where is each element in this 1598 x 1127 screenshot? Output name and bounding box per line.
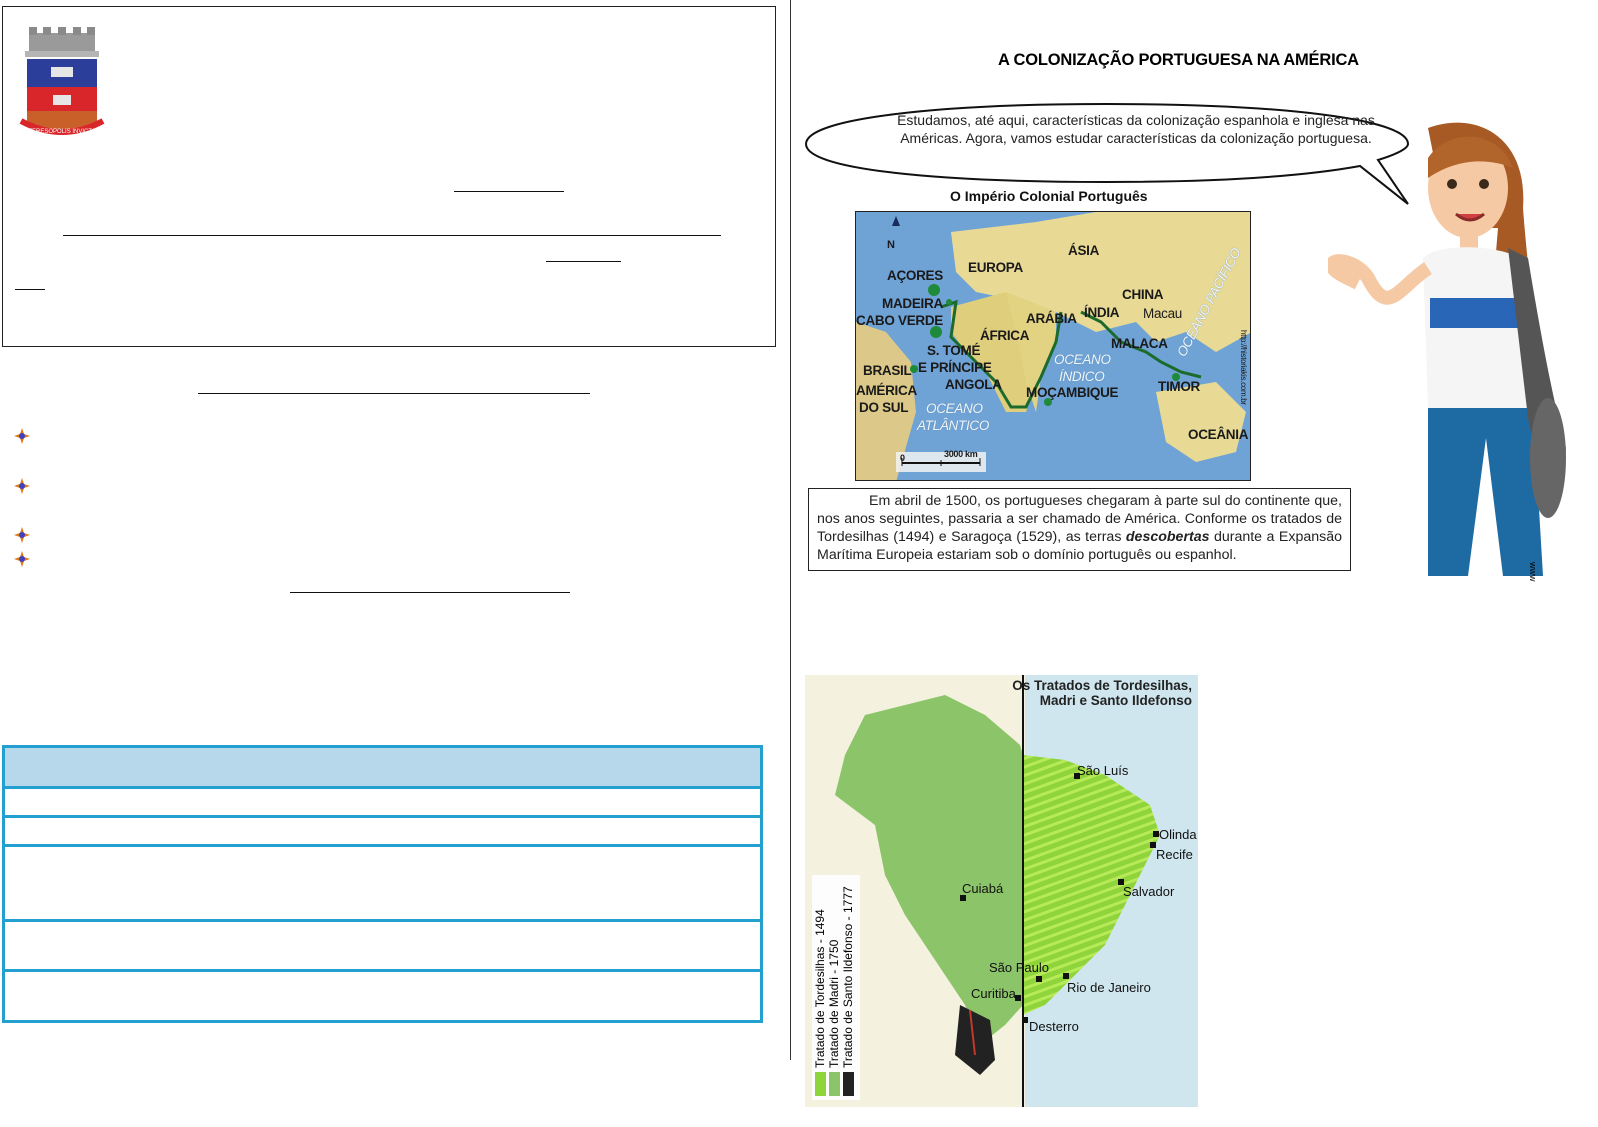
map-label: AMÉRICA bbox=[856, 383, 917, 398]
treaties-map-title: Os Tratados de Tordesilhas, Madri e Sant… bbox=[1012, 678, 1192, 708]
legend-swatch bbox=[828, 1072, 840, 1096]
map-label: ANGOLA bbox=[945, 377, 1002, 392]
city-label: São Paulo bbox=[989, 960, 1049, 975]
portuguese-empire-map: N 0 3000 km AÇORES EUROPA ÁSIA MADEIRA C… bbox=[855, 211, 1251, 481]
scale-zero: 0 bbox=[900, 453, 905, 463]
map-label: DO SUL bbox=[859, 400, 909, 415]
student-info-table bbox=[2, 745, 763, 1023]
legend-swatch bbox=[814, 1072, 826, 1096]
legend-item-madri: Tratado de Madri - 1750 bbox=[827, 940, 841, 1096]
city-label: Recife bbox=[1156, 847, 1193, 862]
treaties-map: Os Tratados de Tordesilhas, Madri e Sant… bbox=[805, 675, 1198, 1107]
school-header-box: TERESOPOLIS INVICTA bbox=[2, 6, 776, 347]
north-arrow-label: N bbox=[887, 239, 895, 251]
map-label: AÇORES bbox=[887, 268, 943, 283]
teacher-character-illustration bbox=[1328, 122, 1566, 576]
bullet-icon bbox=[14, 527, 30, 543]
intro-text-box: Em abril de 1500, os portugueses chegara… bbox=[808, 488, 1351, 571]
table-row[interactable] bbox=[2, 786, 763, 818]
map-label: EUROPA bbox=[968, 260, 1023, 275]
city-coat-of-arms: TERESOPOLIS INVICTA bbox=[19, 27, 105, 135]
bullet-icon bbox=[14, 551, 30, 567]
table-row[interactable] bbox=[2, 919, 763, 972]
map-label: S. TOMÉ bbox=[927, 343, 981, 358]
map-label: MALACA bbox=[1111, 336, 1168, 351]
city-label: Cuiabá bbox=[962, 881, 1004, 896]
map-label: MOÇAMBIQUE bbox=[1026, 385, 1119, 400]
map-label: BRASIL bbox=[863, 363, 912, 378]
map-label: ÍNDIA bbox=[1084, 305, 1120, 320]
map-label: E PRÍNCIPE bbox=[918, 360, 992, 375]
page-title: A COLONIZAÇÃO PORTUGUESA NA AMÉRICA bbox=[998, 51, 1359, 69]
table-row[interactable] bbox=[2, 815, 763, 847]
map-label: TIMOR bbox=[1158, 379, 1200, 394]
speech-bubble-text: Estudamos, até aqui, características da … bbox=[897, 112, 1375, 146]
bullet-icon bbox=[14, 428, 30, 444]
map-label: Macau bbox=[1143, 306, 1183, 321]
map-label: ATLÂNTICO bbox=[917, 418, 990, 433]
svg-text:TERESOPOLIS INVICTA: TERESOPOLIS INVICTA bbox=[28, 129, 95, 135]
map-label: OCEANO bbox=[926, 401, 983, 416]
world-map-title: O Império Colonial Português bbox=[950, 188, 1148, 204]
legend-item-tordesilhas: Tratado de Tordesilhas - 1494 bbox=[813, 909, 827, 1096]
map-label: OCEÂNIA bbox=[1188, 427, 1249, 442]
table-header-row bbox=[2, 745, 763, 789]
legend-swatch bbox=[842, 1072, 854, 1096]
scale-label: 3000 km bbox=[944, 449, 978, 459]
legend-item-ildefonso: Tratado de Santo Ildefonso - 1777 bbox=[841, 886, 855, 1096]
map-credit: http://historiakis.com.br bbox=[1239, 330, 1248, 405]
map-label: ÁFRICA bbox=[980, 328, 1030, 343]
title-blank-line bbox=[198, 393, 590, 394]
bullet-icon bbox=[14, 478, 30, 494]
city-label: Rio de Janeiro bbox=[1067, 980, 1151, 995]
city-label: Desterro bbox=[1029, 1019, 1079, 1034]
map-label: CHINA bbox=[1122, 287, 1164, 302]
city-label: Salvador bbox=[1123, 884, 1175, 899]
city-label: Olinda bbox=[1159, 827, 1197, 842]
table-row[interactable] bbox=[2, 844, 763, 922]
map-label: ÁSIA bbox=[1068, 243, 1100, 258]
table-row[interactable] bbox=[2, 969, 763, 1023]
map-label: CABO VERDE bbox=[856, 313, 944, 328]
city-label: Curitiba bbox=[971, 986, 1016, 1001]
map-label: ARÁBIA bbox=[1026, 311, 1077, 326]
city-label: São Luís bbox=[1077, 763, 1129, 778]
map-label: OCEANO bbox=[1054, 352, 1111, 367]
side-mark: www bbox=[1528, 562, 1538, 582]
map-label: ÍNDICO bbox=[1059, 369, 1105, 384]
answer-blank-line bbox=[290, 592, 570, 593]
treaties-legend: Tratado de Tordesilhas - 1494 Tratado de… bbox=[812, 875, 860, 1100]
map-label: MADEIRA bbox=[882, 296, 943, 311]
page-divider bbox=[790, 0, 791, 1060]
